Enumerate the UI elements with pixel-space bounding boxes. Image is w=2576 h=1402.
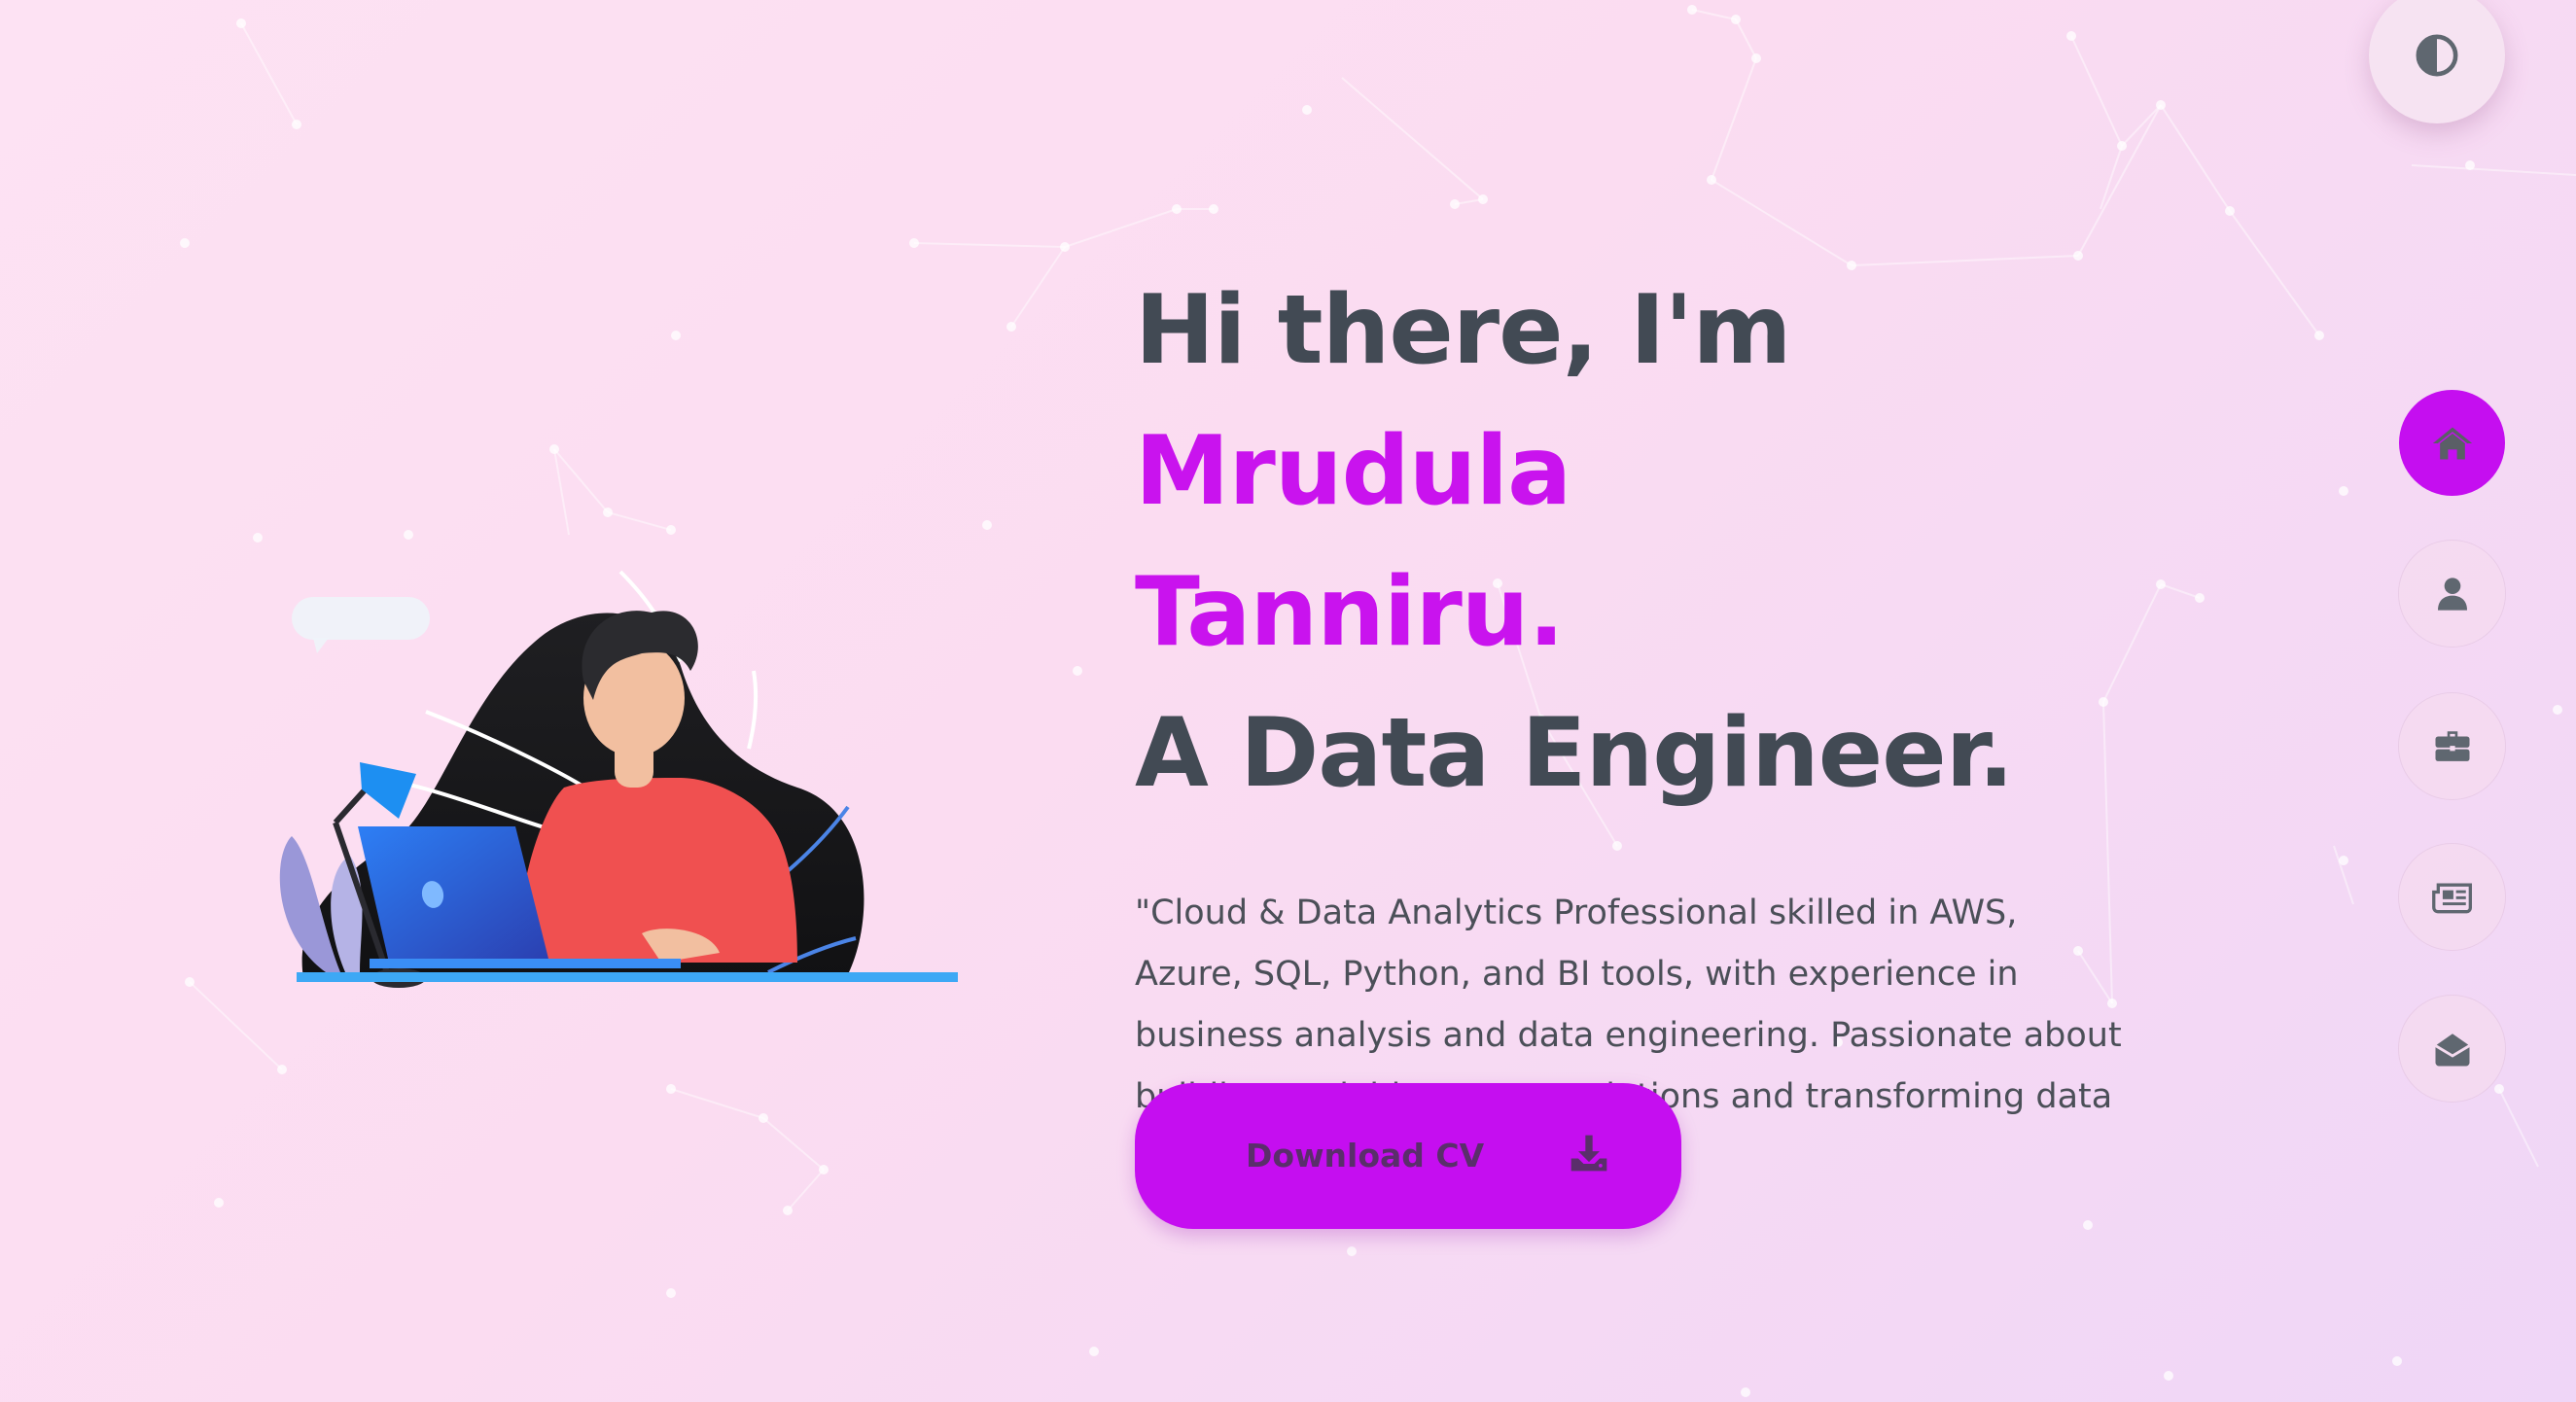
- name-last: Tanniru.: [1135, 557, 1565, 668]
- role-text: A Data Engineer.: [1135, 698, 2014, 809]
- download-cv-label: Download CV: [1246, 1137, 1485, 1174]
- nav-portfolio-button[interactable]: [2399, 693, 2505, 799]
- envelope-open-icon: [2434, 1033, 2470, 1066]
- speech-bubble: [292, 597, 430, 653]
- greeting-text: Hi there, I'm: [1135, 275, 1792, 386]
- contrast-icon: [2416, 34, 2458, 77]
- hero-heading: Hi there, I'm Mrudula Tanniru. A Data En…: [1135, 261, 2243, 824]
- home-icon: [2432, 427, 2472, 459]
- download-icon: [1570, 1135, 1607, 1172]
- user-icon: [2437, 577, 2467, 611]
- nav-home-button[interactable]: [2399, 390, 2505, 496]
- hero-section: Hi there, I'm Mrudula Tanniru. A Data En…: [1135, 261, 2243, 1189]
- newspaper-icon: [2431, 883, 2472, 913]
- briefcase-icon: [2435, 730, 2469, 761]
- nav-about-button[interactable]: [2399, 541, 2505, 647]
- name-first: Mrudula: [1135, 416, 1571, 527]
- desk: [297, 972, 958, 982]
- nav-contact-button[interactable]: [2399, 996, 2505, 1102]
- download-cv-button[interactable]: Download CV: [1135, 1083, 1681, 1229]
- nav-blog-button[interactable]: [2399, 844, 2505, 950]
- developer-at-laptop-illustration: [279, 570, 958, 988]
